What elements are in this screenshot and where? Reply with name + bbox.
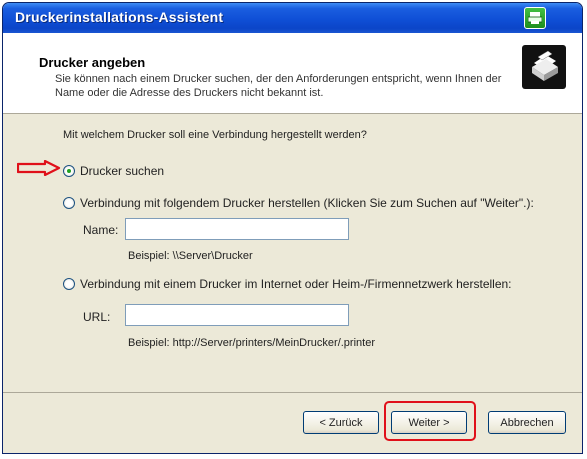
option-search-printer[interactable]: Drucker suchen bbox=[63, 164, 164, 178]
printer-icon bbox=[522, 45, 566, 89]
wizard-footer: < Zurück Weiter > Abbrechen bbox=[3, 392, 582, 453]
name-input[interactable] bbox=[125, 218, 349, 240]
option-internet-printer-label[interactable]: Verbindung mit einem Drucker im Internet… bbox=[80, 277, 512, 291]
url-input[interactable] bbox=[125, 304, 349, 326]
wizard-window: Druckerinstallations-Assistent Drucker a… bbox=[2, 2, 583, 454]
cancel-button[interactable]: Abbrechen bbox=[488, 411, 566, 434]
header-description: Sie können nach einem Drucker suchen, de… bbox=[55, 73, 502, 99]
question-text: Mit welchem Drucker soll eine Verbindung… bbox=[63, 129, 367, 141]
url-example: Beispiel: http://Server/printers/MeinDru… bbox=[128, 337, 375, 349]
radio-connect-printer[interactable] bbox=[63, 197, 75, 209]
radio-internet-printer[interactable] bbox=[63, 278, 75, 290]
option-search-printer-label[interactable]: Drucker suchen bbox=[80, 164, 164, 178]
name-label: Name: bbox=[83, 223, 119, 237]
option-connect-printer-label[interactable]: Verbindung mit folgendem Drucker herstel… bbox=[80, 196, 534, 210]
printer-tray-icon bbox=[524, 7, 546, 29]
window-title: Druckerinstallations-Assistent bbox=[15, 9, 224, 25]
wizard-header: Drucker angeben Sie können nach einem Dr… bbox=[3, 33, 582, 114]
url-label: URL: bbox=[83, 310, 111, 324]
option-internet-printer[interactable]: Verbindung mit einem Drucker im Internet… bbox=[63, 277, 512, 291]
header-title: Drucker angeben bbox=[39, 55, 146, 70]
option-connect-printer[interactable]: Verbindung mit folgendem Drucker herstel… bbox=[63, 196, 534, 210]
next-button[interactable]: Weiter > bbox=[391, 411, 467, 434]
wizard-content: Mit welchem Drucker soll eine Verbindung… bbox=[3, 114, 582, 393]
name-example: Beispiel: \\Server\Drucker bbox=[128, 250, 253, 262]
title-bar[interactable]: Druckerinstallations-Assistent bbox=[3, 3, 582, 33]
radio-search-printer[interactable] bbox=[63, 165, 75, 177]
back-button[interactable]: < Zurück bbox=[303, 411, 379, 434]
red-arrow-icon bbox=[17, 160, 61, 176]
